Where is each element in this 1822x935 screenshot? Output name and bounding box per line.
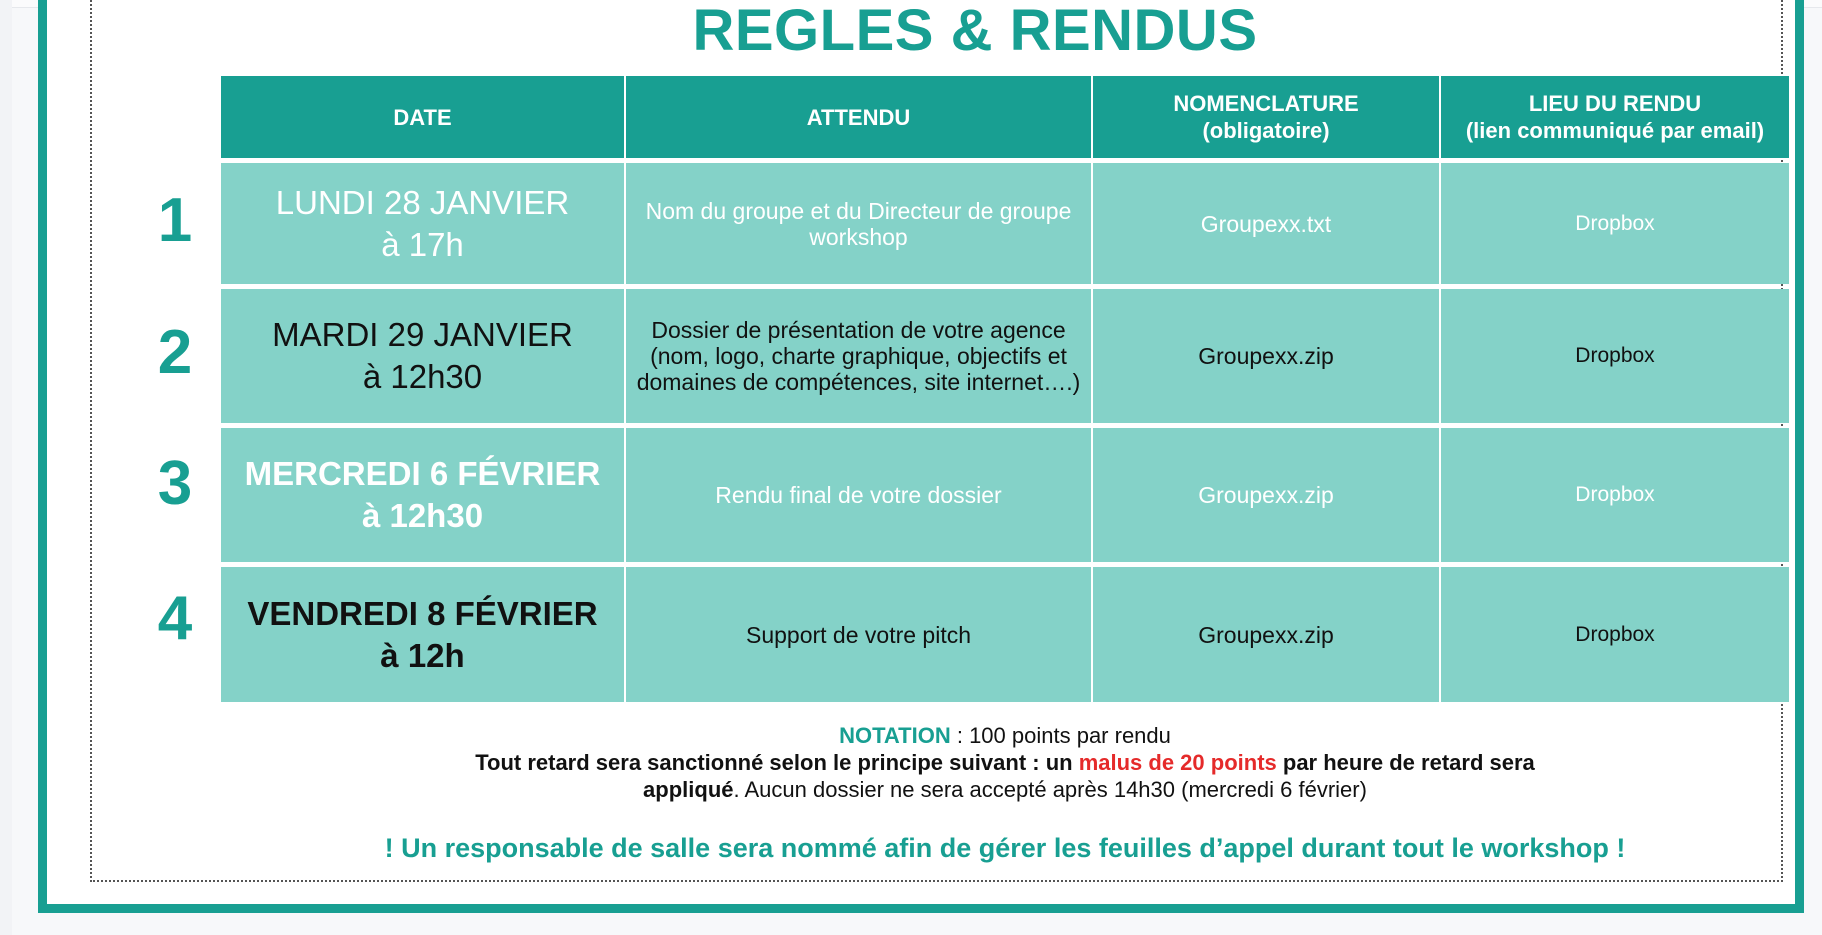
applique-line: appliqué. Aucun dossier ne sera accepté … xyxy=(643,777,1367,802)
date-cell: LUNDI 28 JANVIER à 17h xyxy=(221,163,626,284)
row-number: 2 xyxy=(157,318,193,387)
row-number: 3 xyxy=(157,449,193,518)
table-row: VENDREDI 8 FÉVRIER à 12h Support de votre… xyxy=(221,567,1789,702)
nomenclature-cell: Groupexx.zip xyxy=(1093,289,1441,423)
page-title: REGLES & RENDUS xyxy=(692,0,1258,63)
attendu-cell: Rendu final de votre dossier xyxy=(626,428,1093,562)
notation-label: NOTATION xyxy=(839,723,951,748)
attendu-cell: Nom du groupe et du Directeur de groupe … xyxy=(626,163,1093,284)
row-number: 1 xyxy=(157,186,193,255)
header-attendu: ATTENDU xyxy=(626,76,1093,158)
lieu-cell: Dropbox xyxy=(1441,428,1789,562)
lieu-cell: Dropbox xyxy=(1441,163,1789,284)
table-row: MARDI 29 JANVIER à 12h30 Dossier de prése… xyxy=(221,289,1789,423)
lieu-cell: Dropbox xyxy=(1441,567,1789,702)
retard-line: Tout retard sera sanctionné selon le pri… xyxy=(475,750,1535,775)
table-header: DATE ATTENDU NOMENCLATURE (obligatoire) L… xyxy=(221,76,1789,158)
schedule-table: DATE ATTENDU NOMENCLATURE (obligatoire) L… xyxy=(221,76,1789,702)
table-row: MERCREDI 6 FÉVRIER à 12h30 Rendu final de… xyxy=(221,428,1789,562)
page-edge xyxy=(0,0,12,935)
nomenclature-cell: Groupexx.zip xyxy=(1093,428,1441,562)
header-lieu: LIEU DU RENDU (lien communiqué par email) xyxy=(1441,76,1789,158)
notation-line: NOTATION : 100 points par rendu xyxy=(839,723,1171,748)
attendu-cell: Support de votre pitch xyxy=(626,567,1093,702)
date-cell: VENDREDI 8 FÉVRIER à 12h xyxy=(221,567,626,702)
nomenclature-cell: Groupexx.zip xyxy=(1093,567,1441,702)
document-frame: REGLES & RENDUS 1 2 3 4 DATE ATTENDU NOM… xyxy=(38,0,1804,913)
header-date: DATE xyxy=(221,76,626,158)
attendu-cell: Dossier de présentation de votre agence … xyxy=(626,289,1093,423)
table-row: LUNDI 28 JANVIER à 17h Nom du groupe et d… xyxy=(221,163,1789,284)
malus-highlight: malus de 20 points xyxy=(1078,750,1277,775)
date-cell: MERCREDI 6 FÉVRIER à 12h30 xyxy=(221,428,626,562)
notation-notes: NOTATION : 100 points par rendu Tout ret… xyxy=(221,722,1789,803)
date-cell: MARDI 29 JANVIER à 12h30 xyxy=(221,289,626,423)
footer-notice: ! Un responsable de salle sera nommé afi… xyxy=(384,833,1626,863)
lieu-cell: Dropbox xyxy=(1441,289,1789,423)
row-number: 4 xyxy=(157,584,193,653)
nomenclature-cell: Groupexx.txt xyxy=(1093,163,1441,284)
header-nomenclature: NOMENCLATURE (obligatoire) xyxy=(1093,76,1441,158)
